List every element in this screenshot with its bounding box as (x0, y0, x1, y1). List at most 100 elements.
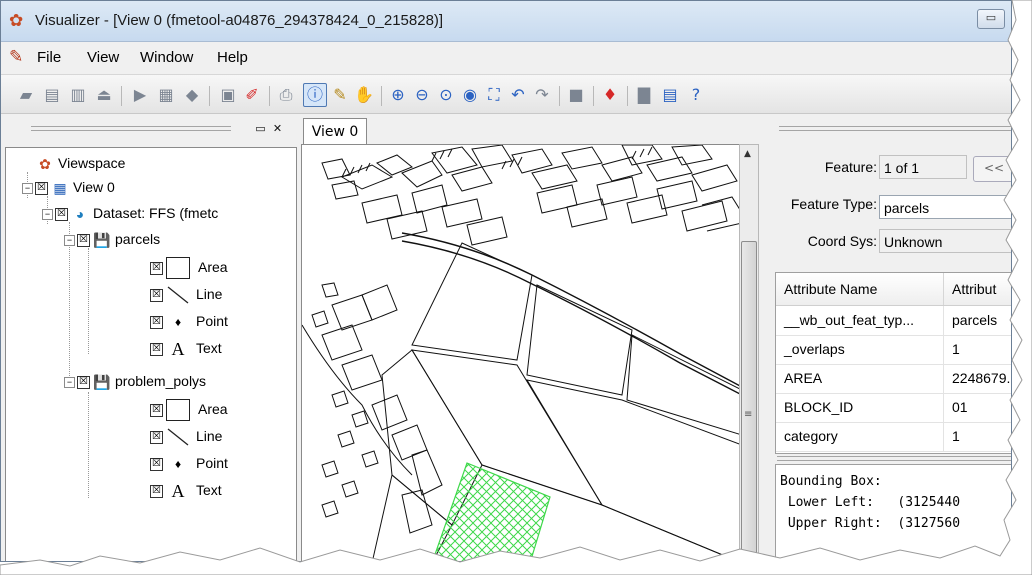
visibility-checkbox[interactable]: ☒ (150, 315, 163, 329)
visibility-checkbox[interactable]: ☒ (150, 342, 163, 356)
highlighted-problem-polygon[interactable] (432, 462, 551, 562)
column-header-attribute-value[interactable]: Attribut (944, 273, 1011, 305)
collapse-icon[interactable]: − (64, 376, 75, 388)
tree-item-text[interactable]: ☒ A Text (150, 337, 222, 359)
line-symbol-icon (167, 428, 189, 446)
visualizer-window: ✿ Visualizer - [View 0 (fmetool-a04876_2… (0, 0, 1012, 562)
tree-item-point[interactable]: ☒ ♦ Point (150, 310, 228, 332)
tree-item-line[interactable]: ☒ Line (150, 283, 222, 305)
visibility-checkbox[interactable]: ☒ (35, 181, 48, 195)
menu-help[interactable]: Help (217, 49, 248, 66)
panel-grip[interactable] (779, 126, 1011, 131)
measure-icon[interactable]: ✎ (329, 84, 351, 106)
undo-icon[interactable]: ↶ (507, 84, 529, 106)
table-icon[interactable]: ▤ (659, 84, 681, 106)
collapse-icon[interactable]: − (64, 234, 75, 246)
viewspace-icon: ✿ (39, 156, 51, 173)
table-row[interactable]: AREA 2248679.8 (776, 364, 1011, 394)
pan-icon[interactable]: ✋ (353, 84, 375, 106)
table-row[interactable]: BLOCK_ID 01 (776, 393, 1011, 423)
attribute-name-cell: AREA (776, 364, 944, 393)
tree-item-text[interactable]: ☒ A Text (150, 479, 222, 501)
pin-icon[interactable]: ♦ (599, 84, 621, 106)
settings-icon[interactable]: ▇ (633, 84, 655, 106)
tree-item-problem-polys[interactable]: − ☒ 💾 problem_polys (64, 370, 206, 392)
visibility-checkbox[interactable]: ☒ (150, 430, 163, 444)
coord-sys-field: Unknown (879, 229, 1011, 253)
visibility-checkbox[interactable]: ☒ (150, 403, 163, 417)
visibility-checkbox[interactable]: ☒ (150, 484, 163, 498)
tree-item-area[interactable]: ☒ Area (150, 256, 228, 280)
table-row[interactable]: __wb_out_feat_typ... parcels (776, 306, 1011, 336)
feature-type-field[interactable]: parcels (879, 195, 1011, 219)
print-icon[interactable]: ⎙ (275, 84, 297, 106)
collapse-icon[interactable]: − (22, 182, 33, 194)
panel-grip[interactable] (31, 126, 231, 131)
brush-icon[interactable]: ✐ (241, 84, 263, 106)
save-icon[interactable]: ▤ (41, 84, 63, 106)
menu-bar: ✎ File View Window Help (1, 42, 1011, 75)
menu-file[interactable]: File (37, 49, 61, 66)
tree-panel-header: ▭ ✕ (1, 114, 297, 144)
tree-item-line[interactable]: ☒ Line (150, 425, 222, 447)
collapse-icon[interactable]: − (42, 208, 53, 220)
help-icon[interactable]: ? (685, 84, 707, 106)
visibility-checkbox[interactable]: ☒ (77, 375, 90, 389)
table-row[interactable]: _overlaps 1 (776, 335, 1011, 365)
attribute-table-header: Attribute Name Attribut (776, 273, 1011, 306)
visibility-checkbox[interactable]: ☒ (150, 457, 163, 471)
panel-splitter[interactable] (777, 456, 1011, 461)
lower-left-value: (3125440 (897, 495, 961, 510)
attribute-value-cell: 1 (944, 335, 1011, 364)
scrollbar-thumb[interactable] (741, 241, 757, 561)
import-icon[interactable]: ⏏ (93, 84, 115, 106)
menu-app-icon[interactable]: ✎ (9, 47, 23, 67)
layer-icon[interactable]: ■ (565, 84, 587, 106)
menu-window[interactable]: Window (140, 49, 193, 66)
tree-item-parcels[interactable]: − ☒ 💾 parcels (64, 228, 160, 250)
tree-item-point[interactable]: ☒ ♦ Point (150, 452, 228, 474)
paint-icon[interactable]: ◆ (181, 84, 203, 106)
visualizer-app-icon: ✿ (9, 11, 24, 31)
float-panel-icon[interactable]: ▭ (254, 122, 267, 135)
menu-view[interactable]: View (87, 49, 119, 66)
info-icon[interactable]: ⓘ (303, 83, 327, 107)
floppy-disk-icon: 💾 (93, 374, 111, 391)
zoom-full-icon[interactable]: ◉ (459, 84, 481, 106)
area-symbol-icon (166, 257, 190, 280)
upper-right-label: Upper Right: (787, 516, 882, 531)
open-icon[interactable]: ▰ (15, 84, 37, 106)
zoom-out-icon[interactable]: ⊖ (411, 84, 433, 106)
tree-item-view[interactable]: − ☒ ▦ View 0 (22, 176, 115, 198)
zoom-extents-icon[interactable]: ⛶ (483, 84, 505, 106)
attribute-name-cell: category (776, 422, 944, 451)
page-icon[interactable]: ▣ (217, 84, 239, 106)
map-canvas[interactable] (301, 144, 743, 562)
save-as-icon[interactable]: ▥ (67, 84, 89, 106)
tree-item-dataset[interactable]: − ☒ ◕ Dataset: FFS (fmetc (42, 202, 218, 224)
tab-view-0[interactable]: View 0 (303, 118, 367, 145)
tree-item-area[interactable]: ☒ Area (150, 398, 228, 422)
delete-icon[interactable]: ▦ (155, 84, 177, 106)
redo-icon[interactable]: ↷ (531, 84, 553, 106)
scroll-up-icon[interactable]: ▲ (744, 149, 751, 159)
zoom-box-icon[interactable]: ⊙ (435, 84, 457, 106)
toolbar-separator (559, 86, 560, 106)
viewspace-tree: ✿ Viewspace − ☒ ▦ View 0 − ☒ ◕ Dataset: FFS (fm… (5, 147, 297, 561)
tree-item-viewspace[interactable]: ✿ Viewspace (36, 152, 125, 174)
column-header-attribute-name[interactable]: Attribute Name (776, 273, 944, 305)
table-row[interactable]: category 1 (776, 422, 1011, 452)
toolbar-separator (269, 86, 270, 106)
visibility-checkbox[interactable]: ☒ (150, 288, 163, 302)
zoom-in-icon[interactable]: ⊕ (387, 84, 409, 106)
visibility-checkbox[interactable]: ☒ (150, 261, 163, 275)
close-panel-icon[interactable]: ✕ (271, 122, 284, 135)
minimize-button[interactable]: ▭ (977, 9, 1005, 29)
visibility-checkbox[interactable]: ☒ (77, 233, 90, 247)
visibility-checkbox[interactable]: ☒ (55, 207, 68, 221)
point-symbol-icon: ♦ (174, 315, 182, 330)
map-vertical-scrollbar[interactable]: ▲ ≡ (739, 144, 759, 561)
title-bar[interactable]: ✿ Visualizer - [View 0 (fmetool-a04876_2… (1, 1, 1011, 42)
export-icon[interactable]: ▶ (129, 84, 151, 106)
previous-feature-button[interactable]: << (973, 156, 1011, 182)
